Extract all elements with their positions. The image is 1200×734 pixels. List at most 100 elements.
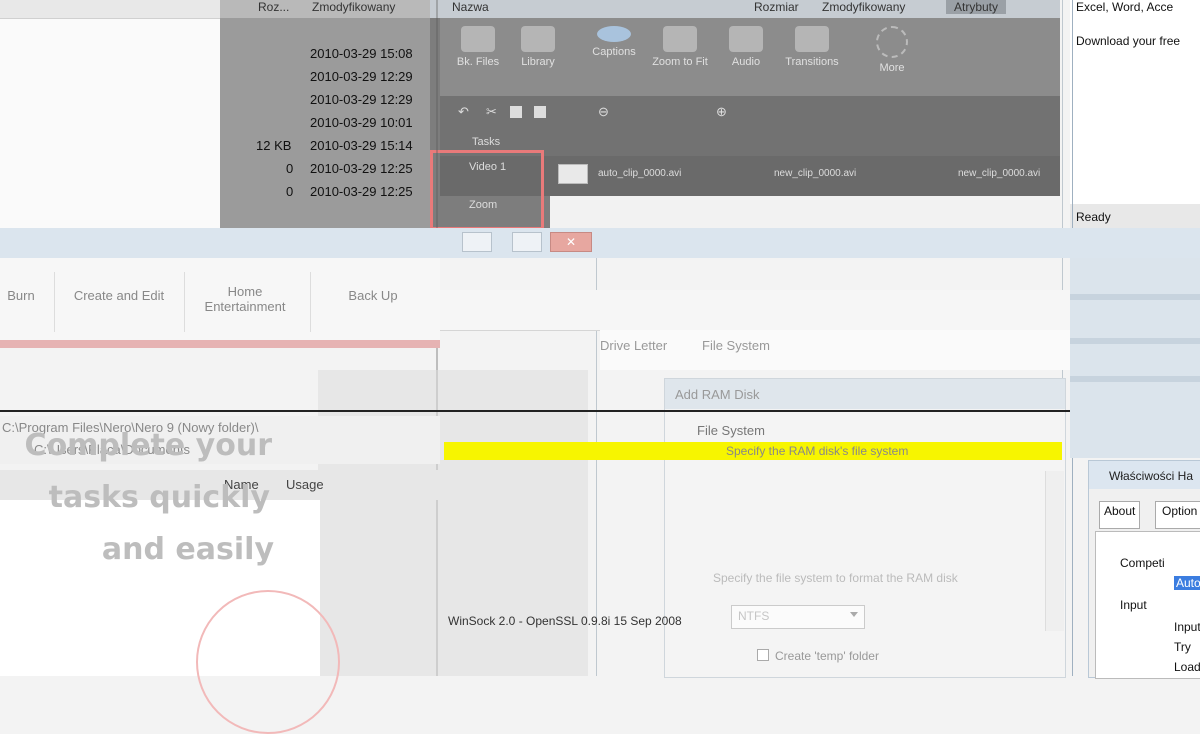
dialog-title: Add RAM Disk <box>675 387 760 402</box>
audio-icon <box>729 26 763 52</box>
separator <box>54 272 55 332</box>
tree-node[interactable]: Input <box>1174 620 1200 634</box>
promo-decoration <box>196 590 340 734</box>
column-size[interactable]: Rozmiar <box>754 0 799 14</box>
promo-line: and easily <box>101 532 274 567</box>
select-value: NTFS <box>738 609 770 623</box>
word-text-line: Excel, Word, Acce <box>1076 0 1174 14</box>
video-track-header[interactable]: Video 1 Zoom <box>430 150 544 230</box>
dialog-scrollbar[interactable] <box>1045 471 1064 631</box>
tree-node[interactable]: Load <box>1174 660 1200 674</box>
checkbox-label: Create 'temp' folder <box>775 649 879 663</box>
maximize-button[interactable] <box>512 232 542 252</box>
tool-label: Zoom to Fit <box>652 56 708 68</box>
dialog-title-bar: Właściwości Ha <box>1089 461 1200 489</box>
file-size: 0 <box>286 184 294 199</box>
tab-burn[interactable]: Burn <box>4 288 38 303</box>
copy-icon[interactable] <box>510 106 522 118</box>
clip-label[interactable]: auto_clip_0000.avi <box>598 168 681 179</box>
transitions-icon <box>795 26 829 52</box>
checkbox-box[interactable] <box>757 649 769 661</box>
word-status-bar: Ready <box>1070 204 1200 230</box>
tree-node[interactable]: Input <box>1120 598 1147 612</box>
folder-icon <box>461 26 495 52</box>
column-modified[interactable]: Zmodyfikowany <box>312 0 395 14</box>
file-date: 2010-03-29 12:29 <box>310 69 413 84</box>
options-tree: Competi Auto Input Input Try Load <box>1095 531 1200 679</box>
timeline-lower <box>550 196 1060 230</box>
tool-zoom-fit-button[interactable]: Zoom to Fit <box>642 22 718 94</box>
nero-task-bar: Burn Create and Edit Home Entertainment … <box>0 258 440 348</box>
divider <box>0 410 1200 412</box>
editor-timeline-toolbar: ↶ ✂ ⊖ ⊕ Tasks <box>440 96 1060 212</box>
paste-icon[interactable] <box>534 106 546 118</box>
window-edge <box>1070 338 1200 344</box>
word-text-line: Download your free <box>1076 34 1181 48</box>
undo-icon[interactable]: ↶ <box>458 104 469 120</box>
file-date: 2010-03-29 12:25 <box>310 161 413 176</box>
status-text: Ready <box>1076 210 1111 224</box>
column-file-system[interactable]: File System <box>702 338 770 353</box>
window-edge <box>1070 376 1200 382</box>
tab-back-up[interactable]: Back Up <box>328 288 418 303</box>
file-date: 2010-03-29 15:14 <box>310 138 413 153</box>
file-size: 0 <box>286 161 294 176</box>
promo-line: Complete your <box>24 428 272 463</box>
tool-transitions-button[interactable]: Transitions <box>774 22 850 94</box>
tool-library-button[interactable]: Library <box>500 22 576 94</box>
tool-audio-button[interactable]: Audio <box>708 22 784 94</box>
captions-icon <box>597 26 631 42</box>
clip-thumbnail[interactable] <box>558 164 588 184</box>
tree-node[interactable]: Competi <box>1120 556 1165 570</box>
zoom-label: Zoom <box>469 199 498 211</box>
tab-create-edit[interactable]: Create and Edit <box>60 288 178 303</box>
accent-bar <box>0 340 440 348</box>
file-date: 2010-03-29 12:25 <box>310 184 413 199</box>
tool-label: Library <box>521 56 555 68</box>
dialog-title-bar: Add RAM Disk <box>665 379 1065 409</box>
zoom-out-icon[interactable]: ⊖ <box>598 104 609 120</box>
tab-about[interactable]: About <box>1099 501 1141 529</box>
tasks-label[interactable]: Tasks <box>472 136 500 148</box>
file-system-heading: File System <box>697 423 765 438</box>
magnifier-icon <box>663 26 697 52</box>
tab-options[interactable]: Option <box>1155 501 1200 529</box>
clip-label[interactable]: new_clip_0000.avi <box>958 168 1040 179</box>
tool-captions-button[interactable]: Captions <box>576 22 652 94</box>
tool-label: More <box>879 62 905 74</box>
ramdisk-toolbar <box>440 290 1070 331</box>
tab-home-entertainment[interactable]: Home Entertainment <box>190 284 300 314</box>
close-button[interactable]: ✕ <box>550 232 592 252</box>
column-attributes[interactable]: Atrybuty <box>946 0 1007 14</box>
tool-label: Transitions <box>785 56 839 68</box>
window-title-bar: ✕ <box>0 228 1200 258</box>
right-window-stack <box>1070 258 1200 458</box>
file-system-description: Specify the file system to format the RA… <box>713 571 958 585</box>
column-modified[interactable]: Zmodyfikowany <box>822 0 905 14</box>
zoom-in-icon[interactable]: ⊕ <box>716 104 727 120</box>
cut-icon[interactable]: ✂ <box>486 104 497 120</box>
column-size[interactable]: Roz... <box>258 0 289 14</box>
tool-label: Audio <box>731 56 761 68</box>
tree-node-selected[interactable]: Auto <box>1174 576 1200 590</box>
ramdisk-column-header: Drive Letter File System <box>600 330 1070 370</box>
file-system-select[interactable]: NTFS <box>731 605 865 629</box>
left-header-bar <box>0 0 220 19</box>
tool-more-button[interactable]: More <box>854 22 930 94</box>
clip-label[interactable]: new_clip_0000.avi <box>774 168 856 179</box>
add-ram-disk-dialog: Add RAM Disk File System Specify the fil… <box>664 378 1066 678</box>
winsock-info: WinSock 2.0 - OpenSSL 0.9.8i 15 Sep 2008 <box>448 614 682 628</box>
separator <box>310 272 311 332</box>
library-icon <box>521 26 555 52</box>
column-drive-letter[interactable]: Drive Letter <box>600 338 667 353</box>
highlight-row: Specify the RAM disk's file system <box>444 442 1062 460</box>
tree-node[interactable]: Try <box>1174 640 1191 654</box>
file-date: 2010-03-29 15:08 <box>310 46 413 61</box>
separator <box>184 272 185 332</box>
minimize-button[interactable] <box>462 232 492 252</box>
column-name[interactable]: Nazwa <box>452 0 489 14</box>
properties-dialog: Właściwości Ha About Option Competi Auto… <box>1088 460 1200 679</box>
temp-folder-checkbox[interactable]: Create 'temp' folder <box>757 649 879 663</box>
file-size: 12 KB <box>256 138 292 153</box>
tool-label: Bk. Files <box>456 56 500 68</box>
